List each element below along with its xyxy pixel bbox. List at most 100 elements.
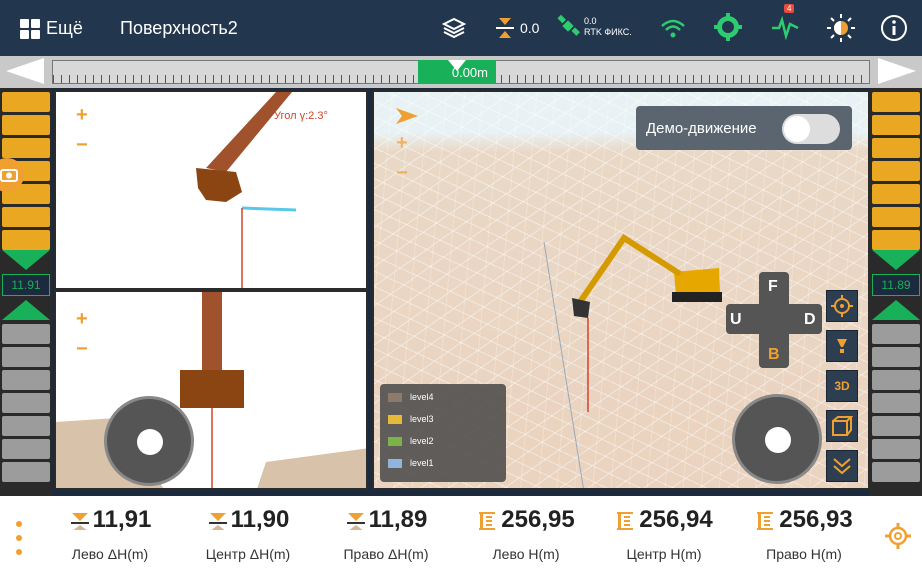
brightness-button[interactable] <box>826 14 856 42</box>
3d-view-button[interactable]: 3D <box>826 370 858 402</box>
box-view-button[interactable] <box>826 410 858 442</box>
indicator-segment <box>872 184 920 204</box>
alerts-button[interactable]: 4 <box>770 4 800 40</box>
indicator-down-marker <box>872 250 920 270</box>
indicator-segment <box>872 161 920 181</box>
stat-right-height: 256,93 Право H(m) <box>734 506 874 562</box>
cube-icon <box>832 416 853 436</box>
side-joystick[interactable] <box>104 396 194 486</box>
stat-right-delta: 11,89 Право ΔH(m) <box>343 506 429 562</box>
info-icon <box>881 15 907 41</box>
height-ruler-icon <box>479 512 496 530</box>
side-view-panel[interactable]: + − Угол γ:2.3° <box>54 90 368 290</box>
alert-badge: 4 <box>784 4 795 13</box>
legend-item: level4 <box>388 392 434 402</box>
left-grade-value: 11.91 <box>2 274 50 296</box>
front-zoom-out-button[interactable]: − <box>76 338 88 361</box>
camera-icon <box>0 169 18 182</box>
shift-left-arrow-icon[interactable] <box>6 58 44 84</box>
surface-legend: level4 level3 level2 level1 <box>380 384 506 482</box>
height-ruler-icon <box>757 512 774 530</box>
wifi-status[interactable] <box>660 16 686 40</box>
legend-item: level3 <box>388 414 434 424</box>
cut-fill-icon <box>70 513 89 530</box>
legend-item: level1 <box>388 458 434 468</box>
cut-fill-icon <box>208 513 227 530</box>
height-ruler-icon <box>617 512 634 530</box>
rtk-status-button[interactable]: 0.0 RTK ФИКС. <box>556 14 632 40</box>
dpad-forward-button[interactable]: F <box>768 278 778 296</box>
indicator-segment <box>2 324 50 344</box>
indicator-segment <box>2 416 50 436</box>
indicator-segment <box>872 324 920 344</box>
surface-title[interactable]: Поверхность2 <box>120 18 238 39</box>
legend-swatch <box>388 458 402 468</box>
legend-swatch <box>388 392 402 402</box>
indicator-segment <box>872 230 920 250</box>
satellite-icon <box>557 14 580 36</box>
indicator-segment <box>872 370 920 390</box>
crosshair-icon <box>831 295 853 317</box>
light-icon <box>837 339 847 353</box>
rtk-value: 0.0 <box>584 16 597 26</box>
indicator-segment <box>872 347 920 367</box>
right-grade-indicator: 11.89 <box>870 88 922 496</box>
indicator-down-marker <box>2 250 50 270</box>
grid-icon <box>20 18 40 39</box>
gear-icon <box>714 13 742 41</box>
indicator-segment <box>2 393 50 413</box>
indicator-segment <box>872 439 920 459</box>
more-menu-button[interactable]: Ещё <box>20 18 83 39</box>
shift-right-arrow-icon[interactable] <box>878 58 916 84</box>
indicator-segment <box>872 462 920 482</box>
indicator-segment <box>2 92 50 112</box>
indicator-segment <box>2 439 50 459</box>
indicator-segment <box>2 230 50 250</box>
bottom-settings-button[interactable] <box>884 522 912 555</box>
elevation-offset-icon <box>496 18 514 38</box>
indicator-up-marker <box>2 300 50 320</box>
double-chevron-down-icon <box>833 458 851 475</box>
scene-joystick[interactable] <box>732 394 822 484</box>
light-button[interactable] <box>826 330 858 362</box>
indicator-segment <box>872 207 920 227</box>
indicator-segment <box>2 115 50 135</box>
info-button[interactable] <box>880 14 908 42</box>
bottom-stats-bar: 11,91 Лево ΔH(m) 11,90 Центр ΔH(m) 11,89… <box>0 496 922 576</box>
legend-swatch <box>388 414 402 424</box>
indicator-segment <box>2 370 50 390</box>
elevation-offset-button[interactable]: 0.0 <box>494 16 539 40</box>
bottom-menu-button[interactable] <box>14 520 24 561</box>
indicator-segment <box>872 416 920 436</box>
indicator-segment <box>872 115 920 135</box>
stat-center-delta: 11,90 Центр ΔH(m) <box>205 506 291 562</box>
ruler-pointer-icon <box>448 60 466 71</box>
dpad-up-button[interactable]: U <box>730 311 742 329</box>
cut-fill-icon <box>346 513 365 530</box>
elevation-offset-value: 0.0 <box>520 20 540 36</box>
front-zoom-in-button[interactable]: + <box>76 308 88 331</box>
legend-swatch <box>388 436 402 446</box>
locate-button[interactable] <box>826 290 858 322</box>
legend-item: level2 <box>388 436 434 446</box>
indicator-segment <box>872 393 920 413</box>
indicator-up-marker <box>872 300 920 320</box>
rtk-status: RTK ФИКС. <box>584 27 632 37</box>
layers-button[interactable] <box>442 16 466 40</box>
more-label: Ещё <box>46 18 83 38</box>
settings-status-button[interactable] <box>714 13 742 43</box>
indicator-segment <box>872 138 920 158</box>
dpad-back-button[interactable]: B <box>768 346 780 364</box>
left-grade-indicator: 11.91 <box>0 88 52 496</box>
front-view-panel[interactable]: + − <box>54 290 368 490</box>
vertical-dots-icon <box>16 521 22 555</box>
indicator-segment <box>2 462 50 482</box>
wifi-icon <box>661 19 685 38</box>
layers-icon <box>442 17 466 39</box>
collapse-tools-button[interactable] <box>826 450 858 482</box>
stat-center-height: 256,94 Центр H(m) <box>594 506 734 562</box>
dpad-down-button[interactable]: D <box>804 311 816 329</box>
camera-button[interactable] <box>0 158 24 192</box>
3d-scene-view[interactable]: + − Демо-движение F B U D 3D level4 leve… <box>372 90 870 490</box>
top-bar: Ещё Поверхность2 0.0 0.0 RTK ФИКС. 4 <box>0 0 922 56</box>
